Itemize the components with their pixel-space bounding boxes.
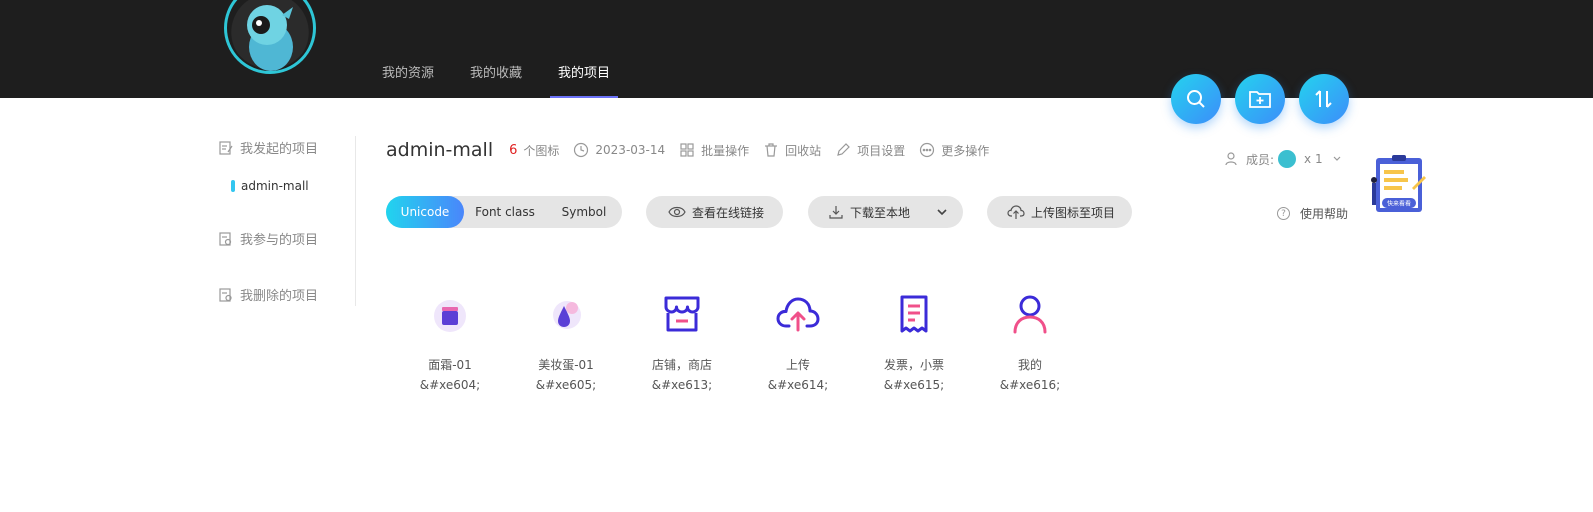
icon-code: &#xe613; xyxy=(651,378,713,392)
store-icon xyxy=(658,290,706,338)
icon-item[interactable]: 店铺，商店 &#xe613; xyxy=(624,290,740,392)
clock-icon xyxy=(574,142,589,158)
mode-unicode-tab[interactable]: Unicode xyxy=(386,196,464,228)
batch-operation-label: 批量操作 xyxy=(701,143,750,158)
help-link[interactable]: ? 使用帮助 xyxy=(1277,205,1348,222)
sidebar-joined-label: 我参与的项目 xyxy=(240,233,319,248)
project-title: admin-mall xyxy=(386,139,494,161)
chevron-down-icon xyxy=(1333,156,1341,161)
receipt-icon xyxy=(890,290,938,338)
icon-code: &#xe615; xyxy=(883,378,945,392)
icon-code: &#xe616; xyxy=(999,378,1061,392)
icon-grid: 面霜-01 &#xe604; 美妆蛋-01 &#xe605; 店铺，商店 &#x… xyxy=(392,290,1088,392)
nav-tab-resources[interactable]: 我的资源 xyxy=(382,62,434,98)
beauty-egg-icon xyxy=(542,290,590,338)
deleted-doc-icon xyxy=(219,287,232,302)
recycle-bin-label: 回收站 xyxy=(785,143,822,158)
sidebar-deleted-projects[interactable]: 我删除的项目 xyxy=(218,285,318,304)
eye-icon xyxy=(668,206,686,218)
help-icon: ? xyxy=(1277,207,1290,220)
icon-item[interactable]: 美妆蛋-01 &#xe605; xyxy=(508,290,624,392)
members-label: 成员: xyxy=(1246,152,1275,167)
download-label: 下载至本地 xyxy=(850,205,911,220)
pencil-icon xyxy=(837,143,851,156)
download-icon xyxy=(829,206,843,219)
upload-icons-label: 上传图标至项目 xyxy=(1031,205,1116,220)
members-count: x 1 xyxy=(1304,152,1323,166)
top-bar: 我的资源 我的收藏 我的项目 xyxy=(0,0,1593,98)
search-button[interactable] xyxy=(1171,74,1221,124)
chevron-down-icon xyxy=(937,209,947,216)
icon-code: &#xe605; xyxy=(535,378,597,392)
edit-doc-icon xyxy=(219,140,233,155)
sidebar-joined-projects[interactable]: 我参与的项目 xyxy=(218,229,318,248)
icon-item[interactable]: 我的 &#xe616; xyxy=(972,290,1088,392)
sidebar-project-label: admin-mall xyxy=(241,179,309,193)
nav-tab-projects[interactable]: 我的项目 xyxy=(550,62,619,98)
recycle-bin-button[interactable]: 回收站 xyxy=(763,142,821,159)
member-avatar xyxy=(1278,150,1297,168)
icon-item[interactable]: 上传 &#xe614; xyxy=(740,290,856,392)
help-label: 使用帮助 xyxy=(1300,207,1349,221)
icon-name: 上传 xyxy=(785,358,810,372)
search-icon xyxy=(1187,90,1205,108)
active-dot xyxy=(231,180,235,192)
project-date-text: 2023-03-14 xyxy=(595,143,666,157)
project-sidebar: 我发起的项目 admin-mall 我参与的项目 我删除的项目 xyxy=(218,136,356,306)
project-settings-label: 项目设置 xyxy=(857,143,906,158)
illustration-text: 快来看看 xyxy=(1387,200,1411,208)
cream-icon xyxy=(426,290,474,338)
project-date: 2023-03-14 xyxy=(573,142,665,158)
batch-operation-button[interactable]: 批量操作 xyxy=(679,142,749,159)
search-doc-icon xyxy=(219,231,232,246)
nav-tab-favorites[interactable]: 我的收藏 xyxy=(470,62,522,98)
more-actions-button[interactable]: 更多操作 xyxy=(919,142,989,159)
trash-icon xyxy=(765,143,778,157)
icon-item[interactable]: 发票，小票 &#xe615; xyxy=(856,290,972,392)
add-folder-icon xyxy=(1249,91,1271,108)
project-settings-button[interactable]: 项目设置 xyxy=(835,142,905,159)
icon-code: &#xe604; xyxy=(419,378,481,392)
more-icon xyxy=(920,142,935,158)
icon-count: 6 xyxy=(509,142,518,158)
sidebar-project-admin-mall[interactable]: admin-mall xyxy=(231,179,309,193)
project-header: admin-mall 6 个图标 2023-03-14 批量操作 回收站 项目设… xyxy=(386,137,1003,163)
icon-name: 我的 xyxy=(1017,358,1042,372)
sort-icon xyxy=(1315,90,1332,108)
sidebar-started-label: 我发起的项目 xyxy=(240,142,319,157)
sidebar-deleted-label: 我删除的项目 xyxy=(240,289,319,304)
mode-font-class-tab[interactable]: Font class xyxy=(464,196,546,228)
icon-item[interactable]: 面霜-01 &#xe604; xyxy=(392,290,508,392)
top-nav: 我的资源 我的收藏 我的项目 xyxy=(382,62,646,98)
more-actions-label: 更多操作 xyxy=(941,143,990,158)
clipboard-illustration[interactable]: 快来看看 xyxy=(1368,154,1428,216)
new-project-button[interactable] xyxy=(1235,74,1285,124)
members-icon xyxy=(1225,152,1237,166)
view-online-link-button[interactable]: 查看在线链接 xyxy=(646,196,783,228)
icon-count-unit: 个图标 xyxy=(523,143,560,158)
icon-name: 面霜-01 xyxy=(428,358,472,372)
download-button[interactable]: 下载至本地 xyxy=(808,196,963,228)
icon-name: 发票，小票 xyxy=(883,358,944,372)
view-online-link-label: 查看在线链接 xyxy=(692,205,765,220)
sidebar-started-projects[interactable]: 我发起的项目 xyxy=(218,138,318,157)
font-mode-switch: Unicode Font class Symbol xyxy=(386,196,622,228)
members-dropdown[interactable]: 成员: x 1 xyxy=(1224,150,1343,168)
cloud-upload-icon xyxy=(1007,205,1025,219)
user-icon xyxy=(1006,290,1054,338)
mode-symbol-tab[interactable]: Symbol xyxy=(546,196,622,228)
icon-code: &#xe614; xyxy=(767,378,829,392)
icon-name: 美妆蛋-01 xyxy=(538,358,594,372)
sort-button[interactable] xyxy=(1299,74,1349,124)
grid-icon xyxy=(680,143,694,157)
cloud-upload-icon xyxy=(774,290,822,338)
icon-name: 店铺，商店 xyxy=(651,358,712,372)
upload-icons-button[interactable]: 上传图标至项目 xyxy=(987,196,1132,228)
user-avatar[interactable] xyxy=(224,0,316,74)
